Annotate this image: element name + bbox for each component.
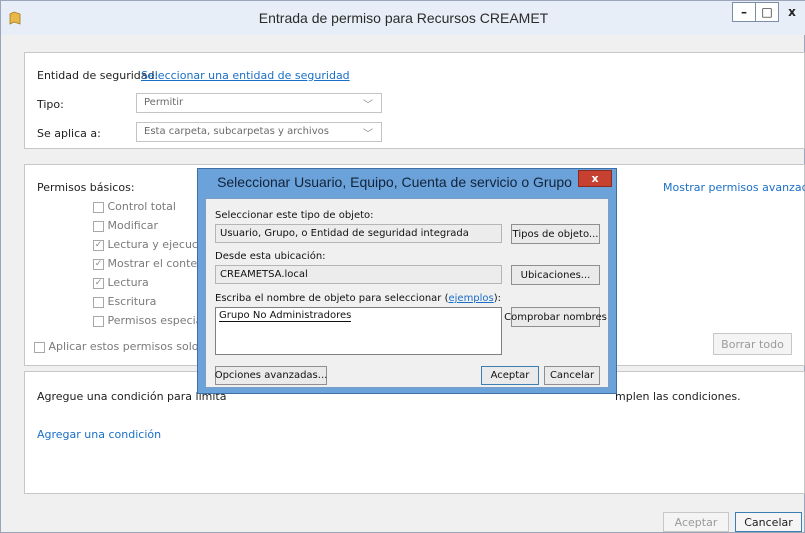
cancel-button[interactable]: Cancelar: [735, 512, 802, 532]
checkbox[interactable]: [93, 201, 104, 213]
permission-modify[interactable]: Modificar: [93, 219, 203, 238]
permission-label: Lectura: [107, 276, 149, 289]
permissions-list: Control total Modificar ✓ Lectura y ejec…: [93, 200, 218, 333]
location-label: Desde esta ubicación:: [215, 251, 326, 262]
apply-only-label: Aplicar estos permisos solo a obj: [48, 340, 201, 353]
chevron-down-icon: ﹀: [363, 100, 373, 111]
title-bar: Entrada de permiso para Recursos CREAMET…: [1, 1, 805, 35]
object-name-label-text: Escriba el nombre de objeto para selecci…: [215, 293, 449, 304]
permission-read-execute[interactable]: ✓ Lectura y ejecución: [93, 238, 215, 257]
dialog-title: Seleccionar Usuario, Equipo, Cuenta de s…: [217, 174, 572, 190]
minimize-button[interactable]: –: [732, 2, 756, 22]
type-dropdown[interactable]: Permitir ﹀: [136, 93, 382, 113]
select-users-dialog: Seleccionar Usuario, Equipo, Cuenta de s…: [197, 168, 617, 394]
dialog-close-button[interactable]: x: [578, 170, 612, 187]
close-button[interactable]: x: [779, 2, 805, 22]
checkbox[interactable]: [34, 341, 45, 353]
object-name-label-end: ):: [493, 293, 502, 304]
maximize-button[interactable]: □: [755, 2, 779, 22]
add-condition-link[interactable]: Agregar una condición: [37, 428, 161, 441]
checkbox-checked[interactable]: ✓: [93, 277, 104, 289]
applies-to-dropdown[interactable]: Esta carpeta, subcarpetas y archivos ﹀: [136, 122, 382, 142]
maximize-icon: □: [761, 5, 773, 19]
locations-button[interactable]: Ubicaciones...: [511, 265, 600, 285]
object-type-field: Usuario, Grupo, o Entidad de seguridad i…: [215, 224, 502, 243]
minimize-icon: –: [741, 5, 747, 19]
object-type-label: Seleccionar este tipo de objeto:: [215, 210, 374, 221]
object-name-label: Escriba el nombre de objeto para selecci…: [215, 293, 501, 304]
permission-label: Escritura: [107, 295, 157, 308]
principal-label: Entidad de seguridad:: [37, 69, 159, 82]
select-principal-link[interactable]: Seleccionar una entidad de seguridad: [141, 69, 350, 82]
close-icon: x: [591, 172, 599, 185]
checkbox[interactable]: [93, 220, 104, 232]
permission-read[interactable]: ✓ Lectura: [93, 276, 203, 295]
dialog-cancel-button[interactable]: Cancelar: [544, 366, 600, 385]
object-types-button[interactable]: Tipos de objeto...: [511, 224, 600, 244]
location-field: CREAMETSA.local: [215, 265, 502, 284]
basic-permissions-label: Permisos básicos:: [37, 181, 135, 194]
object-name-value: Grupo No Administradores: [219, 310, 352, 322]
object-name-input[interactable]: Grupo No Administradores: [215, 307, 502, 355]
show-advanced-permissions-link[interactable]: Mostrar permisos avanzados: [663, 181, 805, 194]
clear-all-button[interactable]: Borrar todo: [713, 333, 792, 355]
permission-full-control[interactable]: Control total: [93, 200, 203, 219]
permission-special[interactable]: Permisos especiales: [93, 314, 218, 333]
permission-list-contents[interactable]: ✓ Mostrar el contenid: [93, 257, 214, 276]
dialog-body: Seleccionar este tipo de objeto: Usuario…: [205, 198, 609, 388]
chevron-down-icon: ﹀: [363, 129, 373, 140]
checkbox[interactable]: [93, 315, 104, 327]
close-icon: x: [788, 5, 796, 19]
checkbox-checked[interactable]: ✓: [93, 239, 104, 251]
checkbox[interactable]: [93, 296, 104, 308]
permission-label: Control total: [107, 200, 176, 213]
check-names-button[interactable]: Comprobar nombres: [504, 307, 607, 327]
type-label: Tipo:: [37, 98, 64, 111]
dialog-ok-button[interactable]: Aceptar: [481, 366, 539, 385]
apply-only-checkbox[interactable]: Aplicar estos permisos solo a obj: [34, 340, 200, 353]
advanced-options-button[interactable]: Opciones avanzadas...: [215, 366, 327, 385]
applies-to-value: Esta carpeta, subcarpetas y archivos: [144, 126, 329, 137]
checkbox-checked[interactable]: ✓: [93, 258, 104, 270]
permission-label: Modificar: [107, 219, 159, 232]
window-title: Entrada de permiso para Recursos CREAMET: [258, 10, 549, 26]
applies-to-label: Se aplica a:: [37, 127, 101, 140]
permission-write[interactable]: Escritura: [93, 295, 203, 314]
examples-link[interactable]: ejemplos: [448, 293, 493, 304]
condition-description-right: mplen las condiciones.: [615, 390, 741, 403]
ok-button[interactable]: Aceptar: [663, 512, 729, 532]
type-value: Permitir: [144, 97, 184, 108]
